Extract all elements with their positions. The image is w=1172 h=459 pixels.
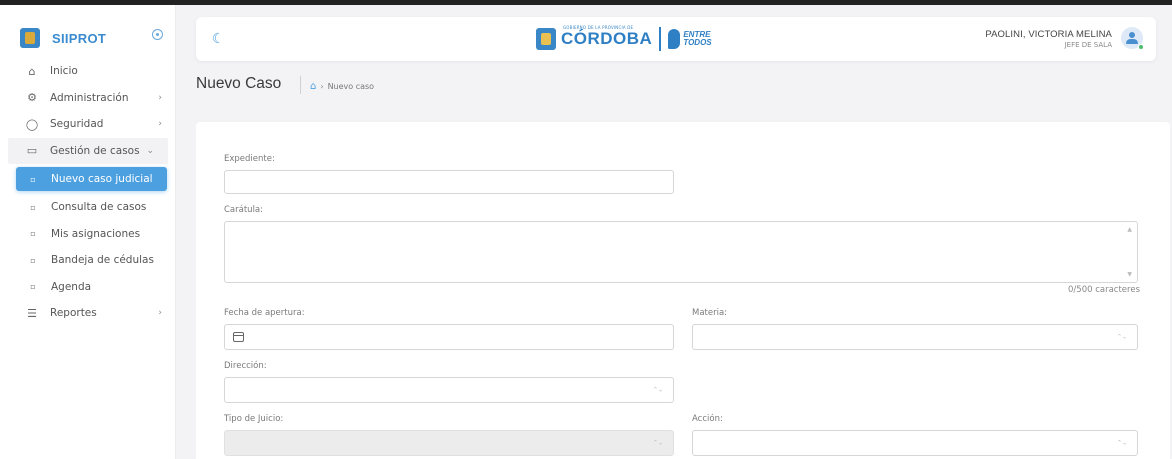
sidebar-subitem-bandeja-de-cedulas[interactable]: ▫ Bandeja de cédulas [0,247,176,274]
avatar[interactable] [1121,27,1144,50]
logo-slogan-line-2: TODOS [683,38,712,47]
chevron-right-icon: › [158,308,162,319]
sidebar-menu: ⌂ Inicio ⚙ Administración › ◯ Seguridad … [0,58,176,327]
home-icon[interactable]: ⌂ [310,81,316,92]
select-arrows-icon: ⌃⌄ [652,439,663,447]
expediente-label: Expediente: [224,154,275,164]
select-arrows-icon: ⌃⌄ [652,386,663,394]
select-arrows-icon: ⌃⌄ [1116,439,1127,447]
form-card: Expediente: Carátula: ▲ ▼ 0/500 caracter… [196,122,1170,459]
scroll-down-icon[interactable]: ▼ [1127,271,1132,278]
user-role: JEFE DE SALA [1064,41,1112,49]
expediente-input[interactable] [224,170,674,194]
calendar-icon: ▫ [30,282,36,292]
logo-divider [659,27,662,51]
entre-todos-icon [668,29,681,49]
breadcrumb: ⌂ › Nuevo caso [310,81,374,92]
user-icon [1129,32,1135,38]
tipo-de-juicio-label: Tipo de Juicio: [224,414,284,424]
sidebar-subitem-nuevo-caso-judicial[interactable]: ▫ Nuevo caso judicial [16,167,167,191]
breadcrumb-current: Nuevo caso [327,82,375,91]
calendar-icon[interactable] [233,332,244,342]
sidebar-item-label: Seguridad [50,118,104,131]
logo-word: CÓRDOBA [561,29,653,48]
inbox-icon: ▫ [30,255,36,265]
sidebar: SIIPROT ⌂ Inicio ⚙ Administración › ◯ Se… [0,5,176,459]
sidebar-toggle-icon[interactable] [152,29,163,40]
cordoba-logo: GOBIERNO DE LA PROVINCIA DE CÓRDOBA ENTR… [536,25,712,52]
sidebar-subitem-mis-asignaciones[interactable]: ▫ Mis asignaciones [0,221,176,248]
chevron-down-icon: ⌄ [146,145,154,156]
sidebar-item-label: Administración [50,91,129,104]
caratula-counter: 0/500 caracteres [1068,285,1140,295]
caratula-textarea[interactable]: ▲ ▼ [224,221,1138,283]
sidebar-item-reportes[interactable]: ☰ Reportes › [0,300,176,327]
logo-slogan: ENTRE TODOS [683,31,711,47]
fecha-apertura-input[interactable] [224,324,674,350]
title-divider [300,76,301,94]
sidebar-subitem-label: Bandeja de cédulas [51,254,154,267]
select-arrows-icon: ⌃⌄ [1116,333,1127,341]
folder-icon: ▭ [26,144,38,158]
app-name: SIIPROT [52,30,107,46]
scroll-up-icon[interactable]: ▲ [1127,226,1132,233]
sidebar-subitem-label: Nuevo caso judicial [51,173,153,185]
shield-icon: ◯ [25,117,39,131]
tipo-de-juicio-select: ⌃⌄ [224,430,674,456]
sidebar-subitem-agenda[interactable]: ▫ Agenda [0,274,176,301]
sidebar-item-seguridad[interactable]: ◯ Seguridad › [0,111,176,138]
gear-icon: ⚙ [27,91,37,105]
direccion-label: Dirección: [224,361,267,371]
user-info[interactable]: PAOLINI, VICTORIA MELINA JEFE DE SALA [985,29,1112,49]
user-icon-body [1126,39,1138,44]
direccion-select[interactable]: ⌃⌄ [224,377,674,403]
sidebar-subitem-label: Mis asignaciones [51,227,141,240]
logo-text: GOBIERNO DE LA PROVINCIA DE CÓRDOBA [561,25,653,49]
accion-select[interactable]: ⌃⌄ [692,430,1138,456]
online-status-icon [1138,44,1144,50]
sidebar-subitem-label: Consulta de casos [51,201,147,214]
sidebar-subitem-consulta-de-casos[interactable]: ▫ Consulta de casos [0,194,176,221]
sidebar-item-label: Reportes [50,307,97,320]
file-icon: ▫ [30,202,36,212]
materia-label: Materia: [692,308,728,318]
page-title: Nuevo Caso [196,75,282,92]
crest-icon [536,28,556,50]
breadcrumb-separator-icon: › [320,82,324,91]
sidebar-item-administracion[interactable]: ⚙ Administración › [0,85,176,112]
list-icon: ☰ [27,306,37,320]
logo-small-text: GOBIERNO DE LA PROVINCIA DE [563,25,634,30]
materia-select[interactable]: ⌃⌄ [692,324,1138,350]
book-icon: ▫ [30,229,36,239]
chevron-right-icon: › [158,119,162,130]
user-name: PAOLINI, VICTORIA MELINA [985,29,1112,40]
brand-logo [20,28,40,48]
fecha-apertura-label: Fecha de apertura: [224,308,305,318]
file-icon: ▫ [30,174,36,184]
sidebar-item-label: Gestión de casos [50,144,140,157]
brand[interactable]: SIIPROT [20,27,106,49]
chevron-right-icon: › [158,92,162,103]
sidebar-item-inicio[interactable]: ⌂ Inicio [0,58,176,85]
sidebar-item-gestion-de-casos[interactable]: ▭ Gestión de casos ⌄ [8,137,168,164]
sidebar-subitem-label: Agenda [51,280,92,293]
home-icon: ⌂ [28,64,36,78]
caratula-label: Carátula: [224,205,264,215]
top-header: ☾ GOBIERNO DE LA PROVINCIA DE CÓRDOBA EN… [196,17,1156,61]
theme-toggle-icon[interactable]: ☾ [212,31,225,47]
sidebar-item-label: Inicio [50,65,78,78]
accion-label: Acción: [692,414,723,424]
